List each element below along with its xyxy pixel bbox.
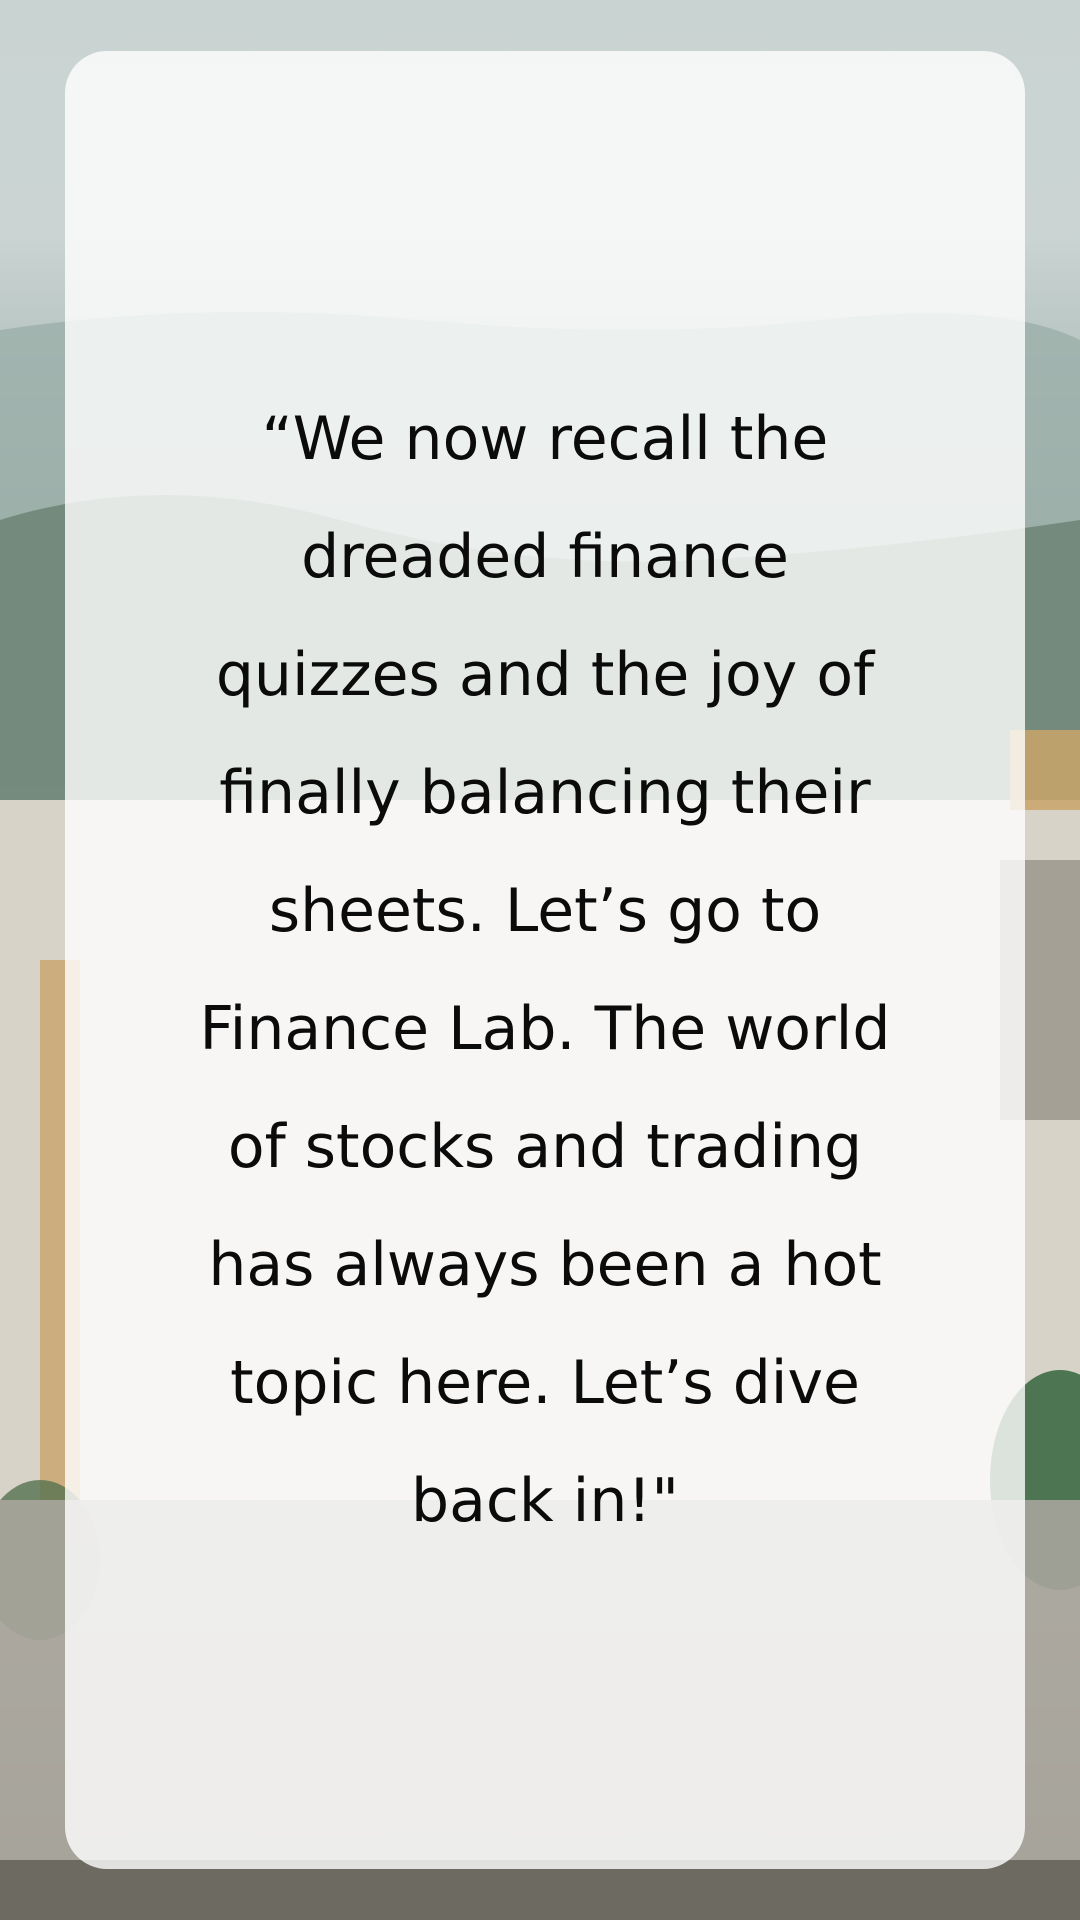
quote-line: Finance Lab. The world [199, 994, 891, 1064]
quote-line: topic here. Let’s dive [230, 1348, 860, 1418]
quote-line: sheets. Let’s go to [268, 876, 822, 946]
ground-shadow [0, 1860, 1080, 1920]
quote-line: has always been a hot [208, 1230, 882, 1300]
quote-text: “We now recall the dreaded finance quizz… [65, 380, 1025, 1560]
quote-line: finally balancing their [219, 758, 871, 828]
quote-line: “We now recall the [261, 404, 829, 474]
quote-line: of stocks and trading [227, 1112, 863, 1182]
quote-line: dreaded finance [301, 522, 789, 592]
quote-line: back in!" [410, 1466, 679, 1536]
quote-line: quizzes and the joy of [215, 640, 875, 710]
